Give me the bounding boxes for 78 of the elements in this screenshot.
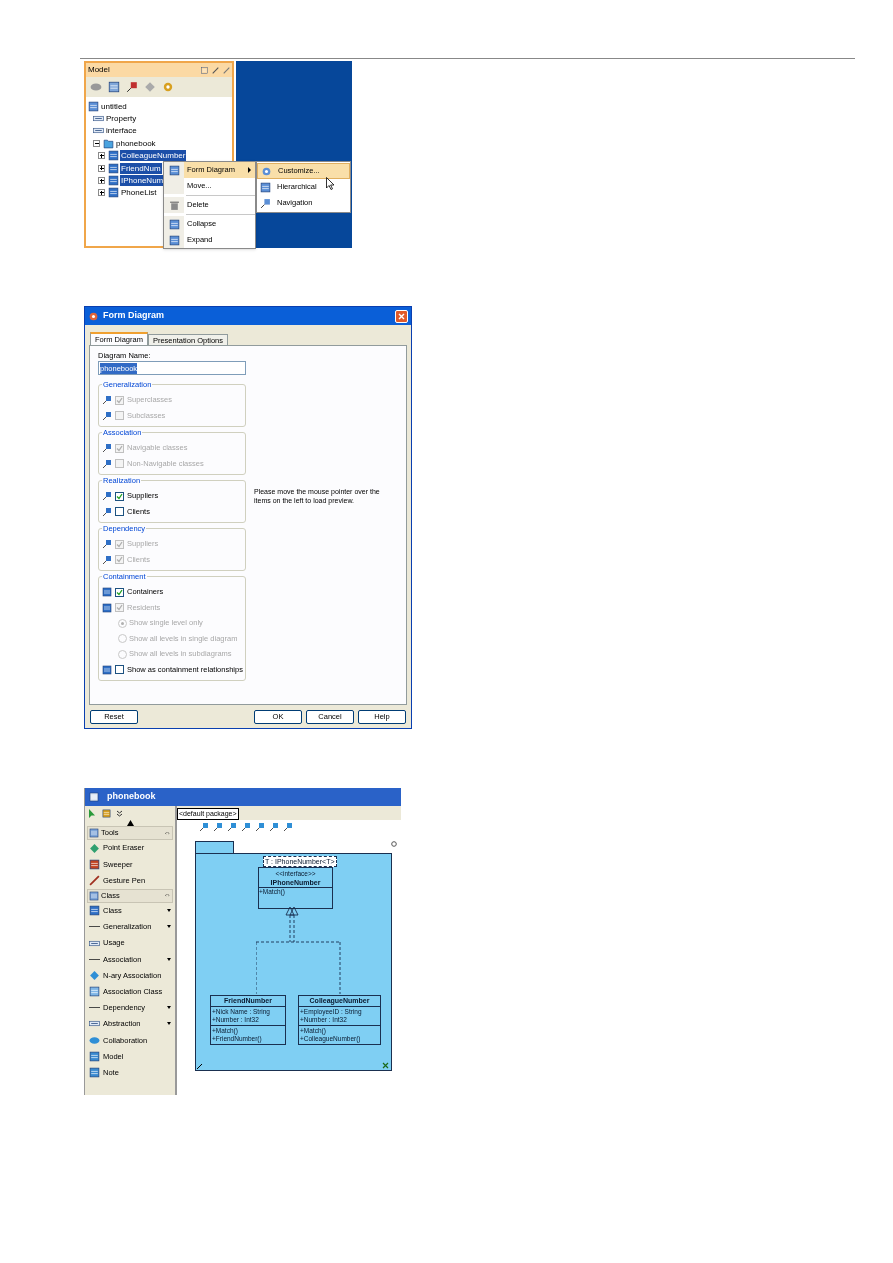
panel-title: Model — [88, 64, 110, 76]
app-icon — [88, 310, 99, 322]
generalization-icon — [102, 410, 112, 421]
dropdown-arrow-icon — [167, 909, 171, 913]
tree-item[interactable]: IPhoneNum — [120, 175, 165, 187]
tree-item[interactable]: ColleagueNumber — [120, 150, 187, 162]
generalization-icon — [102, 395, 112, 405]
sweeper-icon — [89, 858, 100, 870]
dependency-icon — [102, 554, 112, 565]
checkbox[interactable] — [115, 491, 124, 501]
dropdown-arrow-icon — [167, 1022, 171, 1026]
tree-item[interactable]: Property — [105, 113, 138, 125]
submenu-arrow-icon — [248, 167, 251, 173]
lock-icon — [102, 807, 111, 819]
expand-toggle[interactable] — [98, 164, 105, 172]
resize-handle-icon[interactable] — [197, 1064, 202, 1069]
association-icon — [102, 443, 112, 453]
project-icon — [88, 100, 99, 112]
gear-icon — [261, 165, 272, 177]
diagram-tool-icon — [269, 822, 279, 832]
trash-icon — [168, 199, 180, 211]
expand-toggle[interactable] — [98, 152, 105, 160]
mouse-cursor-icon — [326, 177, 335, 190]
tools-icon — [89, 828, 99, 838]
note-icon — [89, 1067, 100, 1079]
class-icon — [89, 905, 100, 917]
diagram-icon — [108, 81, 120, 93]
diagram-tool-icon — [199, 822, 209, 832]
diagram-icon — [89, 792, 99, 802]
expand-toggle[interactable] — [98, 189, 105, 197]
tree-item[interactable]: PhoneList — [120, 187, 158, 199]
form-diagram-icon — [168, 164, 180, 176]
checkbox[interactable] — [115, 587, 124, 597]
checkbox[interactable] — [115, 507, 124, 516]
window-title: Form Diagram — [103, 309, 165, 323]
dropdown-arrow-icon — [167, 1006, 171, 1010]
model-icon — [89, 1050, 100, 1062]
containment-icon — [102, 664, 112, 675]
class-icon — [108, 175, 119, 187]
class-icon — [108, 162, 119, 174]
expand-icon — [168, 234, 180, 246]
restore-icon — [201, 66, 208, 74]
pointer-icon[interactable] — [88, 807, 97, 819]
diagram-tool-icon — [227, 822, 237, 832]
diagram-tool-icon — [283, 822, 293, 832]
class-diagram-icon — [89, 890, 99, 901]
ellipse-icon — [89, 1034, 100, 1046]
folder-icon — [103, 137, 114, 149]
collapse-triangle-icon[interactable] — [127, 820, 134, 826]
chevron-icon[interactable] — [116, 809, 123, 817]
tree-item[interactable]: interface — [105, 125, 138, 137]
class-icon — [108, 187, 119, 199]
container-icon — [102, 602, 112, 613]
realization-icon — [102, 506, 112, 517]
diagram-tool-icon — [241, 822, 251, 832]
collapse-toggle[interactable] — [93, 139, 100, 147]
pen-icon — [89, 874, 100, 886]
window-title: phonebook — [107, 790, 156, 804]
eraser-icon — [89, 842, 100, 854]
close-button[interactable] — [395, 309, 408, 323]
collapse-icon — [168, 218, 180, 230]
tree-item[interactable]: FriendNum — [120, 162, 162, 174]
tree-item[interactable]: phonebook — [115, 137, 157, 149]
sort-icon — [126, 81, 138, 93]
checkbox[interactable] — [115, 665, 124, 674]
expand-toggle[interactable] — [98, 177, 105, 185]
container-icon — [102, 587, 112, 597]
realization-icon — [102, 491, 112, 501]
dropdown-arrow-icon — [167, 925, 171, 929]
diagram-tool-icon — [213, 822, 223, 832]
dropdown-arrow-icon — [167, 957, 171, 961]
tree-item[interactable]: untitled — [100, 100, 128, 112]
association-icon — [102, 458, 112, 469]
class-icon — [108, 150, 119, 162]
dependency-icon — [102, 539, 112, 549]
association-class-icon — [89, 986, 100, 998]
diamond-icon — [89, 969, 100, 981]
diagram-tool-icon — [255, 822, 265, 832]
